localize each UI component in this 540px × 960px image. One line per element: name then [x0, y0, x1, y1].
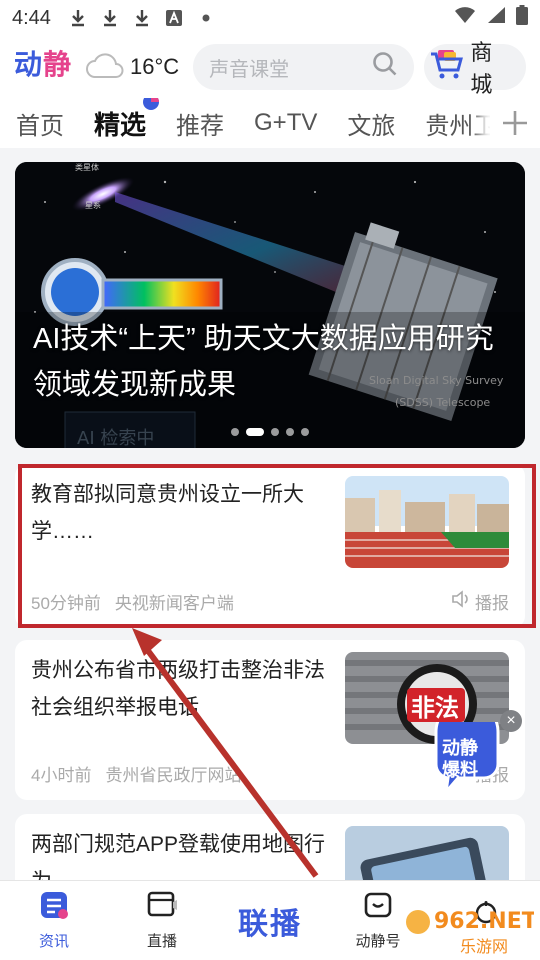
nav-live[interactable]: 直播: [108, 881, 216, 960]
search-icon: [372, 51, 398, 83]
news-title: 教育部拟同意贵州设立一所大学……: [31, 483, 304, 543]
battery-icon: [516, 5, 528, 31]
carousel-dot-active: [246, 428, 264, 436]
news-meta: 4小时前 贵州省民政厅网站: [31, 761, 241, 786]
report-news-badge[interactable]: 动静 爆料: [428, 699, 506, 797]
tab-recommend[interactable]: 推荐: [176, 106, 224, 141]
badge-line2: 爆料: [442, 759, 478, 781]
signal-icon: [486, 6, 506, 30]
dot-icon: [197, 9, 215, 27]
news-source: 央视新闻客户端: [114, 594, 234, 613]
carousel-dot: [231, 428, 239, 436]
shop-label: 商城: [470, 40, 493, 97]
carousel-dot: [301, 428, 309, 436]
news-meta: 50分钟前 央视新闻客户端: [31, 589, 234, 614]
close-icon[interactable]: ×: [500, 710, 522, 732]
news-thumbnail: [345, 476, 509, 568]
listen-button[interactable]: 播报: [451, 589, 509, 614]
news-title: 贵州公布省市两级打击整治非法社会组织举报电话: [31, 659, 325, 719]
a-icon: [165, 9, 183, 27]
tab-featured-label: 精选: [94, 109, 147, 140]
smile-box-icon: [363, 890, 393, 924]
weather-widget[interactable]: 16°C: [86, 52, 179, 83]
watermark-site: 962.NET: [434, 909, 534, 934]
carousel-dot: [271, 428, 279, 436]
channel-tabs: 首页 精选 推荐 G+TV 文旅 贵州卫: [0, 98, 540, 148]
speaker-icon: [451, 590, 471, 613]
news-time: 4小时前: [31, 766, 92, 785]
search-bar[interactable]: 声音课堂: [193, 44, 415, 90]
shop-button[interactable]: 商城: [424, 40, 526, 97]
svg-text:动: 动: [14, 48, 43, 80]
live-tv-icon: [147, 890, 177, 924]
nav-live-label: 直播: [146, 933, 177, 950]
news-card[interactable]: 教育部拟同意贵州设立一所大学…… 50分钟前 央视新闻客户端 播报: [15, 464, 525, 628]
illegal-label: 非法: [411, 694, 459, 722]
news-thumbnail: [345, 826, 509, 880]
dongjing-logo-icon: 动 静: [14, 48, 72, 81]
nav-lianbo-label: 联播: [238, 907, 302, 941]
tab-home[interactable]: 首页: [16, 106, 64, 141]
download-icon: [101, 9, 119, 27]
galaxy-label: 星系: [85, 200, 101, 210]
featured-banner[interactable]: 类星体 星系 AI 检索中 Sloan Digital Sky Survey (…: [15, 162, 525, 448]
site-watermark: 962.NET 乐游网: [406, 909, 534, 956]
search-placeholder: 声音课堂: [209, 58, 290, 81]
download-icon: [133, 9, 151, 27]
nav-dongjinghao-label: 动静号: [355, 933, 401, 950]
status-notification-icons: [69, 9, 215, 27]
cloud-icon: [86, 52, 124, 83]
shopping-cart-icon: [430, 48, 464, 86]
svg-text:静: 静: [43, 48, 72, 80]
tab-guizhou-tv[interactable]: 贵州卫: [425, 106, 497, 141]
status-system-icons: [454, 5, 528, 31]
news-title: 两部门规范APP登载使用地图行为: [31, 833, 326, 880]
news-card[interactable]: 两部门规范APP登载使用地图行为: [15, 814, 525, 880]
app-logo[interactable]: 动 静: [14, 46, 72, 88]
nav-news-label: 资讯: [38, 933, 69, 950]
wifi-icon: [454, 6, 476, 30]
watermark-sub: 乐游网: [460, 937, 508, 956]
news-time: 50分钟前: [31, 594, 101, 613]
download-icon: [69, 9, 87, 27]
temperature: 16°C: [130, 54, 180, 79]
tab-culture-travel[interactable]: 文旅: [347, 106, 395, 141]
news-source: 贵州省民政厅网站: [105, 766, 242, 785]
add-channel-icon[interactable]: [490, 98, 540, 148]
status-time: 4:44: [12, 6, 51, 29]
listen-label: 播报: [475, 594, 509, 613]
app-header: 动 静 16°C 声音课堂 商城: [0, 36, 540, 98]
carousel-dot: [286, 428, 294, 436]
quasar-label: 类星体: [75, 162, 99, 172]
nav-lianbo[interactable]: 联播: [216, 881, 324, 960]
badge-line1: 动静: [442, 737, 478, 759]
banner-headline: AI技术“上天” 助天文大数据应用研究领域发现新成果: [33, 323, 494, 401]
tab-gtv[interactable]: G+TV: [254, 109, 317, 137]
carousel-indicator: [15, 428, 525, 436]
nav-news[interactable]: 资讯: [0, 881, 108, 960]
new-badge-icon: [143, 98, 160, 110]
news-icon: [39, 890, 69, 924]
status-bar: 4:44: [0, 0, 540, 36]
tab-featured[interactable]: 精选: [94, 98, 160, 142]
